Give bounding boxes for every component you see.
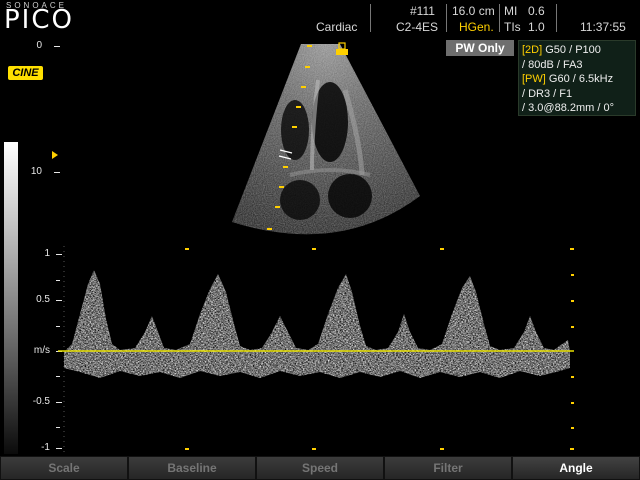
filter-button[interactable]: Filter [385,457,511,479]
scale-button[interactable]: Scale [1,457,127,479]
param-pw: G60 / 6.5kHz [548,73,614,85]
mode-badge: PW Only [446,40,514,56]
doppler-spectrum [56,246,574,454]
param-pw-gate: / 3.0@88.2mm / 0° [522,102,614,114]
angle-button[interactable]: Angle [513,457,639,479]
speed-button[interactable]: Speed [257,457,383,479]
softkey-menu: Scale Baseline Speed Filter Angle [0,456,640,480]
param-pw-tag: [PW] [522,73,546,85]
param-pw-cont: / DR3 / F1 [522,87,573,100]
parameter-panel: [2D] G50 / P100 / 80dB / FA3 [PW] G60 / … [518,40,636,116]
param-2d-tag: [2D] [522,44,543,56]
param-2d: G50 / P100 [545,44,601,56]
baseline-button[interactable]: Baseline [129,457,255,479]
param-2d-cont: / 80dB / FA3 [522,58,583,71]
bmode-sector-image [232,42,420,235]
